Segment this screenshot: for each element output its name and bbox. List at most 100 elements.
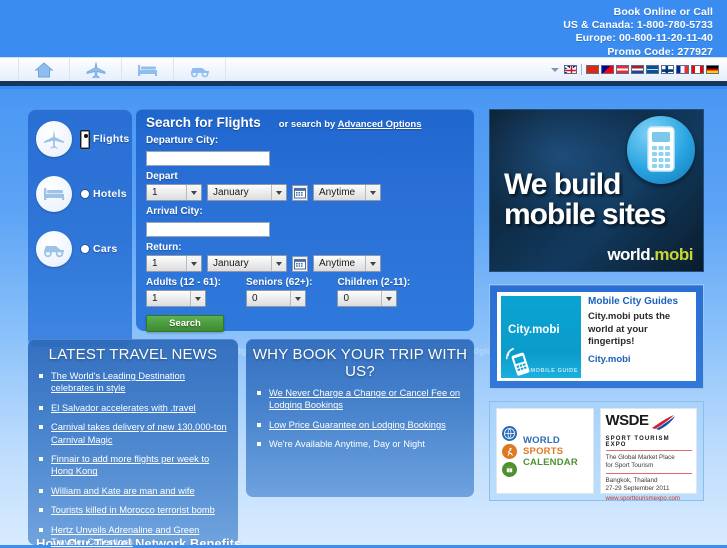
adults-select[interactable]: 1	[146, 290, 206, 307]
ad-brand-world: world.	[607, 245, 655, 264]
flag-canada[interactable]	[691, 65, 704, 74]
why-link-1[interactable]: Low Price Guarantee on Lodging Bookings	[269, 420, 446, 430]
depart-day-select[interactable]: 1	[146, 184, 202, 201]
children-select[interactable]: 0	[337, 290, 398, 307]
news-link-3[interactable]: Finnair to add more flights per week to …	[51, 454, 209, 476]
wsde-subtitle: SPORT TOURISM EXPO	[605, 436, 670, 448]
wsde-title-row: WSDE	[606, 413, 693, 435]
wsc-word-2: SPORTS	[523, 445, 564, 457]
banner-ad-world-mobi[interactable]: We build mobile sites world.mobi	[489, 109, 704, 272]
flag-germany[interactable]	[706, 65, 719, 74]
language-selector[interactable]	[551, 64, 727, 75]
nav-item-hotels[interactable]	[122, 57, 174, 82]
return-time-value: Anytime	[319, 258, 356, 269]
search-button[interactable]: Search	[146, 315, 224, 332]
calendar-icon[interactable]	[292, 255, 308, 272]
world-sports-calendar-card[interactable]: 7 WORLD SPORTS CALENDAR	[496, 408, 594, 494]
picker-row-cars[interactable]: Cars	[36, 231, 118, 267]
return-month-select[interactable]: January	[207, 255, 287, 272]
nav-underline	[0, 81, 727, 89]
list-item[interactable]: We Never Charge a Change or Cancel Fee o…	[256, 387, 466, 412]
car-icon	[188, 62, 212, 78]
return-date-row: 1 January Anytime	[146, 255, 464, 272]
chevron-down-icon[interactable]	[365, 185, 380, 200]
flight-search-form: Search for Flights or search by Advanced…	[136, 109, 474, 332]
flag-austria[interactable]	[616, 65, 629, 74]
seniors-value: 0	[252, 293, 258, 304]
chevron-down-icon[interactable]	[551, 67, 559, 72]
depart-date-label: Depart	[146, 171, 178, 182]
arrival-city-label: Arrival City:	[146, 206, 203, 217]
news-link-2[interactable]: Carnival takes delivery of new 130,000-t…	[51, 422, 227, 444]
mobile-phone-icon	[627, 116, 695, 184]
guides-body: City.mobi puts the world at your fingert…	[588, 311, 671, 347]
chevron-down-icon[interactable]	[290, 291, 306, 306]
chevron-down-icon[interactable]	[381, 291, 397, 306]
chevron-down-icon[interactable]	[365, 256, 380, 271]
wsde-divider-bottom	[605, 473, 692, 474]
news-link-5[interactable]: Tourists killed in Morocco terrorist bom…	[51, 505, 215, 515]
chevron-down-icon[interactable]	[186, 185, 201, 200]
wsde-divider-top	[605, 450, 692, 451]
list-item[interactable]: Carnival takes delivery of new 130,000-t…	[38, 421, 230, 446]
flag-finland[interactable]	[661, 65, 674, 74]
news-link-0[interactable]: The World's Leading Destination celebrat…	[51, 371, 185, 393]
list-item[interactable]: El Salvador accelerates with .travel	[38, 402, 230, 414]
depart-day-value: 1	[152, 187, 158, 198]
advanced-options-link[interactable]: Advanced Options	[338, 119, 422, 130]
why-link-0[interactable]: We Never Charge a Change or Cancel Fee o…	[269, 388, 460, 410]
list-item[interactable]: The World's Leading Destination celebrat…	[38, 370, 230, 395]
list-item[interactable]: Tourists killed in Morocco terrorist bom…	[38, 504, 230, 516]
flag-china[interactable]	[586, 65, 599, 74]
guides-link[interactable]: City.mobi	[588, 354, 692, 365]
wsde-expo-card[interactable]: WSDE SPORT TOURISM EXPO The Global Marke…	[599, 408, 697, 502]
contact-info: Book Online or Call US & Canada: 1-800-7…	[563, 6, 713, 59]
radio-flights[interactable]	[81, 130, 89, 148]
nav-item-home[interactable]	[18, 57, 70, 82]
wsc-word-1: WORLD	[523, 434, 560, 446]
list-item[interactable]: Finnair to add more flights per week to …	[38, 453, 230, 478]
radio-cars[interactable]	[81, 245, 89, 253]
list-item[interactable]: William and Kate are man and wife	[38, 485, 230, 497]
chevron-down-icon[interactable]	[190, 291, 205, 306]
news-panel-title: LATEST TRAVEL NEWS	[48, 346, 218, 363]
depart-time-select[interactable]: Anytime	[313, 184, 381, 201]
chevron-down-icon[interactable]	[186, 256, 201, 271]
arrival-city-input[interactable]	[146, 222, 270, 237]
wsc-layout: 7 WORLD SPORTS CALENDAR	[497, 409, 593, 493]
departure-city-input[interactable]	[146, 151, 270, 166]
picker-row-hotels[interactable]: Hotels	[36, 176, 127, 212]
news-link-1[interactable]: El Salvador accelerates with .travel	[51, 403, 196, 413]
return-time-select[interactable]: Anytime	[313, 255, 381, 272]
depart-date-row: 1 January Anytime	[146, 184, 464, 201]
radio-hotels[interactable]	[81, 190, 89, 198]
flag-netherlands[interactable]	[631, 65, 644, 74]
list-item[interactable]: Low Price Guarantee on Lodging Bookings	[256, 419, 466, 431]
chevron-down-icon[interactable]	[271, 256, 286, 271]
guides-title: Mobile City Guides	[588, 296, 679, 307]
seniors-select[interactable]: 0	[246, 290, 307, 307]
ad-brand-mobi: mobi	[654, 245, 693, 264]
adults-value: 1	[152, 293, 158, 304]
news-link-4[interactable]: William and Kate are man and wife	[51, 486, 195, 496]
guides-inner: City.mobi MOBILE GUIDE Mobile City Guide…	[497, 292, 696, 381]
why-book-panel: WHY BOOK YOUR TRIP WITH US? We Never Cha…	[246, 339, 474, 497]
flag-taiwan[interactable]	[601, 65, 614, 74]
wsde-url[interactable]: www.sporttourismexpo.com	[606, 495, 693, 502]
picker-label-hotels: Hotels	[93, 188, 127, 200]
wsc-icon-stack: 7	[502, 425, 517, 477]
return-day-select[interactable]: 1	[146, 255, 202, 272]
mobile-city-guides-box[interactable]: City.mobi MOBILE GUIDE Mobile City Guide…	[489, 284, 704, 389]
nav-item-flights[interactable]	[70, 57, 122, 82]
picker-label-flights: Flights	[93, 133, 130, 145]
advanced-options-wrap: or search by Advanced Options	[279, 119, 422, 130]
chevron-down-icon[interactable]	[271, 185, 286, 200]
flag-france[interactable]	[676, 65, 689, 74]
ad-brand: world.mobi	[607, 245, 693, 265]
picker-row-flights[interactable]: Flights	[36, 121, 130, 157]
nav-item-cars[interactable]	[174, 57, 226, 82]
flag-iceland[interactable]	[646, 65, 659, 74]
calendar-icon[interactable]	[292, 184, 308, 201]
depart-month-select[interactable]: January	[207, 184, 287, 201]
flag-english[interactable]	[564, 65, 577, 74]
